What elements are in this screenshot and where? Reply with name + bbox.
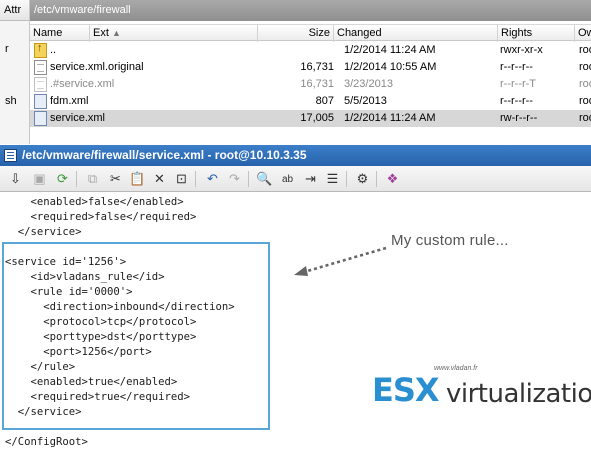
file-browser-panel: Attr r sh /etc/vmware/firewall Name Ext … bbox=[0, 0, 591, 144]
help-book-icon[interactable]: ❖ bbox=[384, 171, 401, 187]
file-row[interactable]: .#service.xml 16,731 3/23/2013 r--r--r-T… bbox=[30, 76, 591, 93]
logo-brand-right: virtualization bbox=[446, 379, 591, 409]
delete-icon[interactable]: ✕ bbox=[151, 171, 168, 187]
reload-icon[interactable]: ⟳ bbox=[54, 171, 71, 187]
select-all-icon[interactable]: ⊡ bbox=[173, 171, 190, 187]
file-owner: roo bbox=[579, 112, 591, 124]
esxvirtualization-logo: www.vladan.fr ESX virtualization bbox=[372, 365, 591, 413]
file-size: 16,731 bbox=[300, 61, 334, 73]
watermark-url: www.vladan.fr bbox=[434, 365, 478, 372]
code-line: </service> bbox=[5, 226, 82, 238]
file-rights: rwxr-xr-x bbox=[500, 44, 543, 56]
column-header-row: Name Ext ▲ Size Changed Rights Ow bbox=[30, 24, 591, 42]
file-row-selected[interactable]: service.xml 17,005 1/2/2014 11:24 AM rw-… bbox=[30, 110, 591, 127]
column-header-rights[interactable]: Rights bbox=[498, 25, 575, 42]
column-header-owner[interactable]: Ow bbox=[575, 25, 591, 42]
go-to-line-icon[interactable]: ☰ bbox=[324, 171, 341, 187]
redo-icon[interactable]: ↷ bbox=[226, 171, 243, 187]
code-line: </ConfigRoot> bbox=[5, 436, 88, 448]
file-owner: roo bbox=[579, 78, 591, 90]
toolbar-separator bbox=[76, 171, 77, 187]
file-changed: 1/2/2014 11:24 AM bbox=[344, 112, 436, 124]
cut-icon[interactable]: ✂ bbox=[107, 171, 124, 187]
find-icon[interactable]: 🔍 bbox=[256, 171, 273, 187]
file-changed: 1/2/2014 10:55 AM bbox=[344, 61, 437, 73]
paste-icon[interactable]: 📋 bbox=[129, 171, 146, 187]
custom-rule-highlight-box bbox=[2, 242, 270, 430]
file-size: 16,731 bbox=[300, 78, 334, 90]
file-name: fdm.xml bbox=[50, 95, 89, 107]
left-panel-value: r bbox=[5, 43, 9, 55]
file-owner: roo bbox=[579, 61, 591, 73]
toolbar-separator bbox=[346, 171, 347, 187]
file-changed: 5/5/2013 bbox=[344, 95, 387, 107]
file-size: 807 bbox=[315, 95, 334, 107]
left-panel-value: sh bbox=[5, 95, 17, 107]
close-editor-icon[interactable]: ⇩ bbox=[7, 171, 24, 187]
left-panel: Attr r sh bbox=[0, 0, 30, 144]
logo-brand-left: ESX bbox=[372, 371, 440, 409]
replace-icon[interactable]: ab bbox=[279, 171, 296, 187]
toolbar-separator bbox=[376, 171, 377, 187]
undo-icon[interactable]: ↶ bbox=[204, 171, 221, 187]
file-row[interactable]: service.xml.original 16,731 1/2/2014 10:… bbox=[30, 59, 591, 76]
column-header-ext[interactable]: Ext ▲ bbox=[90, 25, 258, 42]
file-changed: 1/2/2014 11:24 AM bbox=[344, 44, 436, 56]
column-header-size[interactable]: Size bbox=[258, 25, 334, 42]
editor-title: /etc/vmware/firewall/service.xml - root@… bbox=[22, 148, 307, 162]
file-icon bbox=[34, 60, 47, 75]
save-icon[interactable]: ▣ bbox=[31, 171, 48, 187]
file-rights: r--r--r-- bbox=[500, 95, 533, 107]
path-bar[interactable]: /etc/vmware/firewall bbox=[30, 0, 591, 21]
column-header-name[interactable]: Name bbox=[30, 25, 90, 42]
file-owner: roo bbox=[579, 95, 591, 107]
editor-title-bar[interactable]: /etc/vmware/firewall/service.xml - root@… bbox=[0, 145, 591, 166]
column-header-ext-label: Ext bbox=[93, 27, 109, 39]
file-rights: r--r--r-- bbox=[500, 61, 533, 73]
toolbar-separator bbox=[248, 171, 249, 187]
file-size: 17,005 bbox=[300, 112, 334, 124]
file-name: service.xml bbox=[50, 112, 106, 124]
annotation-text: My custom rule... bbox=[391, 232, 509, 249]
left-panel-header[interactable]: Attr bbox=[0, 0, 29, 21]
editor-toolbar: ⇩ ▣ ⟳ ⧉ ✂ 📋 ✕ ⊡ ↶ ↷ 🔍 ab ⇥ ☰ ⚙ ❖ bbox=[0, 166, 591, 192]
file-name: .. bbox=[50, 44, 57, 56]
column-header-changed[interactable]: Changed bbox=[334, 25, 498, 42]
file-name: .#service.xml bbox=[50, 78, 115, 90]
file-rights: r--r--r-T bbox=[500, 78, 537, 90]
folder-up-icon bbox=[34, 42, 47, 58]
annotation-arrow-icon bbox=[294, 246, 387, 276]
file-name: service.xml.original bbox=[50, 61, 144, 73]
copy-icon[interactable]: ⧉ bbox=[84, 171, 101, 187]
file-row[interactable]: .. 1/2/2014 11:24 AM rwxr-xr-x roo bbox=[30, 42, 591, 59]
editor-app-icon bbox=[4, 149, 17, 162]
file-icon bbox=[34, 77, 47, 92]
find-next-icon[interactable]: ⇥ bbox=[302, 171, 319, 187]
file-row[interactable]: fdm.xml 807 5/5/2013 r--r--r-- roo bbox=[30, 93, 591, 110]
code-line: <enabled>false</enabled> bbox=[5, 196, 184, 208]
sort-ascending-icon: ▲ bbox=[111, 28, 121, 38]
file-rights: rw-r--r-- bbox=[500, 112, 538, 124]
settings-gear-icon[interactable]: ⚙ bbox=[354, 171, 371, 187]
code-line: <required>false</required> bbox=[5, 211, 197, 223]
file-owner: roo bbox=[579, 44, 591, 56]
toolbar-separator bbox=[195, 171, 196, 187]
file-changed: 3/23/2013 bbox=[344, 78, 393, 90]
xml-file-icon bbox=[34, 94, 47, 109]
xml-file-icon bbox=[34, 111, 47, 126]
